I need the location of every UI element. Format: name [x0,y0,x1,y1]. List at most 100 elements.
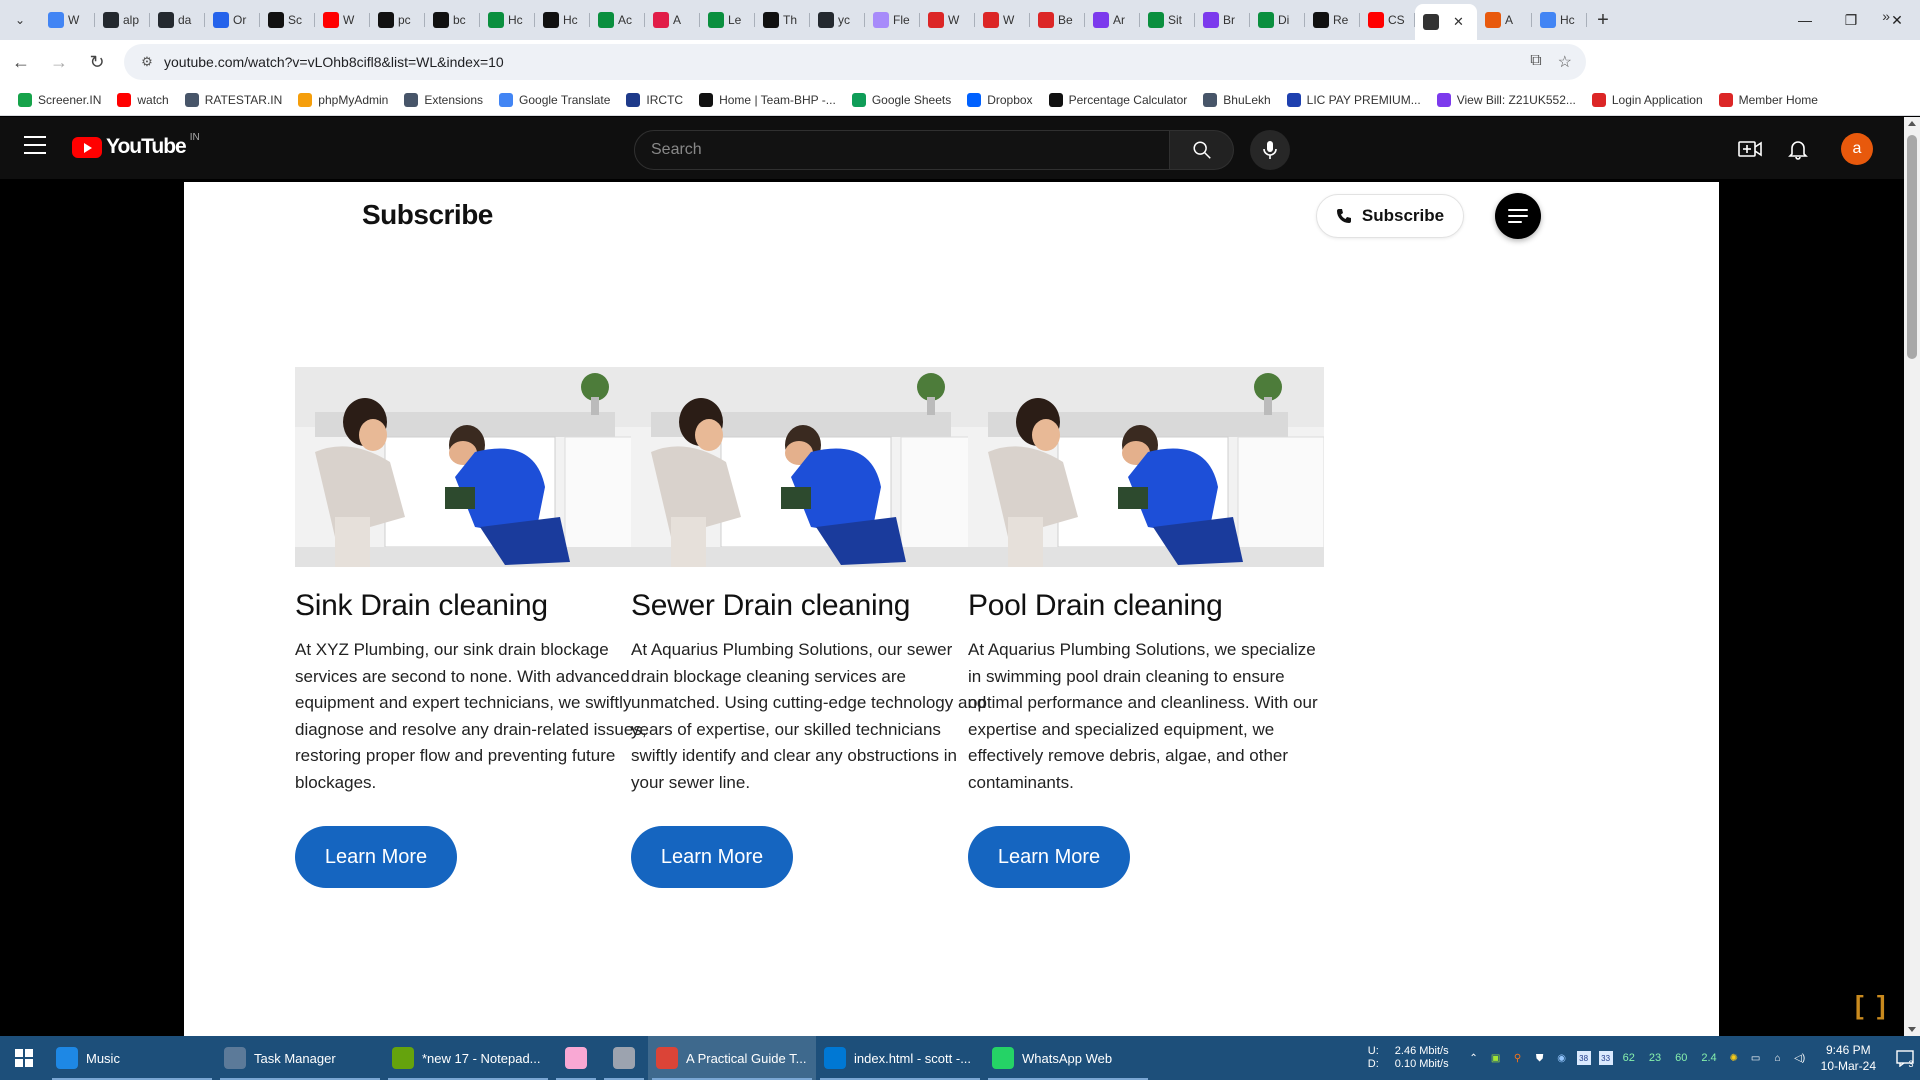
bookmark-item[interactable]: Screener.IN [10,92,109,107]
bookmark-item[interactable]: View Bill: Z21UK552... [1429,92,1584,107]
browser-tab[interactable]: W [40,4,95,36]
video-frame-webpage[interactable]: Subscribe Subscribe Sink Drain cleaning A… [184,182,1719,1036]
browser-tab[interactable]: Re [1305,4,1360,36]
taskbar-item[interactable] [600,1036,648,1080]
bookmark-item[interactable]: LIC PAY PREMIUM... [1279,92,1429,107]
bookmark-item[interactable]: Extensions [396,92,491,107]
browser-tab[interactable]: ✕ [1415,4,1477,40]
browser-tab[interactable]: Fle [865,4,920,36]
chevron-up-icon[interactable]: ⌃ [1467,1051,1481,1065]
tray-globe-icon[interactable]: ◉ [1555,1051,1569,1065]
tray-search-icon[interactable]: ⚲ [1511,1051,1525,1065]
browser-tab[interactable]: Or [205,4,260,36]
tray-gpu-icon[interactable]: 33 [1598,1051,1613,1065]
close-tab-icon[interactable]: ✕ [1453,14,1464,30]
browser-tab[interactable]: Hc [1532,4,1587,36]
bookmark-item[interactable]: BhuLekh [1195,92,1278,107]
browser-tab[interactable]: Ac [590,4,645,36]
browser-tab[interactable]: A [1477,4,1532,36]
browser-tab[interactable]: Be [1030,4,1085,36]
bookmark-item[interactable]: RATESTAR.IN [177,92,291,107]
tab-search-button[interactable]: ⌄ [0,0,40,40]
hamburger-menu-icon[interactable] [24,136,46,154]
scroll-up-icon[interactable] [1908,121,1916,126]
new-tab-button[interactable]: + [1587,4,1619,36]
taskbar-item[interactable] [552,1036,600,1080]
taskbar-item[interactable]: WhatsApp Web [984,1036,1152,1080]
bookmark-item[interactable]: Percentage Calculator [1041,92,1196,107]
close-icon[interactable]: ✕ [1874,0,1920,40]
scroll-down-icon[interactable] [1908,1027,1916,1032]
search-button[interactable] [1170,130,1234,170]
reload-button[interactable]: ↻ [80,45,114,79]
browser-tab[interactable]: W [315,4,370,36]
notifications-button[interactable] [1786,137,1810,161]
bookmark-item[interactable]: Google Sheets [844,92,959,107]
youtube-logo[interactable]: YouTube IN [72,132,200,159]
site-info-icon[interactable]: ⚙ [132,54,162,70]
menu-icon[interactable] [1495,193,1541,239]
install-icon[interactable]: ⧉ [1530,52,1541,72]
browser-tab[interactable]: A [645,4,700,36]
browser-tab[interactable]: pc [370,4,425,36]
taskbar-item[interactable]: Music [48,1036,216,1080]
browser-tab[interactable]: Ar [1085,4,1140,36]
tray-app-icon[interactable]: ▣ [1489,1051,1503,1065]
browser-tab[interactable]: Br [1195,4,1250,36]
scrollbar-thumb[interactable] [1907,135,1917,359]
bookmark-item[interactable]: phpMyAdmin [290,92,396,107]
learn-more-button[interactable]: Learn More [631,826,793,888]
browser-tab[interactable]: Le [700,4,755,36]
bookmark-item[interactable]: IRCTC [618,92,691,107]
browser-tab[interactable]: bc [425,4,480,36]
browser-tab[interactable]: da [150,4,205,36]
bookmark-item[interactable]: Dropbox [959,92,1040,107]
browser-tab[interactable]: W [920,4,975,36]
account-avatar[interactable]: a [1841,133,1873,165]
taskbar-item[interactable]: index.html - scott -... [816,1036,984,1080]
restore-icon[interactable]: ❐ [1828,0,1874,40]
bookmarks-overflow-icon[interactable]: » [1882,8,1890,24]
taskbar-item[interactable]: Task Manager [216,1036,384,1080]
browser-tab[interactable]: Sit [1140,4,1195,36]
tray-shield-icon[interactable]: ⛊ [1533,1051,1547,1065]
browser-tab[interactable]: Hc [535,4,590,36]
address-bar[interactable]: ⚙ youtube.com/watch?v=vLOhb8cifl8&list=W… [124,44,1586,80]
start-button[interactable] [0,1036,48,1080]
subscribe-button[interactable]: Subscribe [1316,194,1464,238]
create-video-button[interactable] [1738,137,1762,161]
learn-more-button[interactable]: Learn More [295,826,457,888]
browser-tab[interactable]: CS [1360,4,1415,36]
clock[interactable]: 9:46 PM 10-Mar-24 [1821,1042,1876,1074]
search-input[interactable] [651,141,1169,159]
forward-button[interactable]: → [42,45,76,79]
browser-tab[interactable]: Sc [260,4,315,36]
browser-tab[interactable]: yc [810,4,865,36]
taskbar-item[interactable]: *new 17 - Notepad... [384,1036,552,1080]
bookmark-item[interactable]: watch [109,92,176,107]
fullscreen-brackets-icon[interactable]: [ ] [1855,990,1889,1021]
bookmark-item[interactable]: Google Translate [491,92,618,107]
notification-center-icon[interactable]: 3 [1890,1047,1920,1069]
browser-tab[interactable]: Th [755,4,810,36]
taskbar-item[interactable]: A Practical Guide T... [648,1036,816,1080]
volume-icon[interactable]: ◁) [1793,1051,1807,1065]
bookmark-star-icon[interactable]: ☆ [1558,52,1572,72]
minimize-icon[interactable]: — [1782,0,1828,40]
bookmark-item[interactable]: Home | Team-BHP -... [691,92,844,107]
bookmark-item[interactable]: Member Home [1711,92,1826,107]
network-icon[interactable]: ⌂ [1771,1051,1785,1065]
browser-tab[interactable]: W [975,4,1030,36]
browser-tab[interactable]: Hc [480,4,535,36]
back-button[interactable]: ← [4,45,38,79]
learn-more-button[interactable]: Learn More [968,826,1130,888]
voice-search-button[interactable] [1250,130,1290,170]
browser-tab[interactable]: Di [1250,4,1305,36]
tray-cpu-icon[interactable]: 38 [1576,1051,1591,1065]
browser-tab[interactable]: alp [95,4,150,36]
battery-icon[interactable]: ▭ [1749,1051,1763,1065]
bookmark-item[interactable]: Login Application [1584,92,1711,107]
page-scrollbar[interactable] [1904,117,1920,1036]
url-text[interactable]: youtube.com/watch?v=vLOhb8cifl8&list=WL&… [164,54,504,70]
tray-bug-icon[interactable]: ✺ [1727,1051,1741,1065]
